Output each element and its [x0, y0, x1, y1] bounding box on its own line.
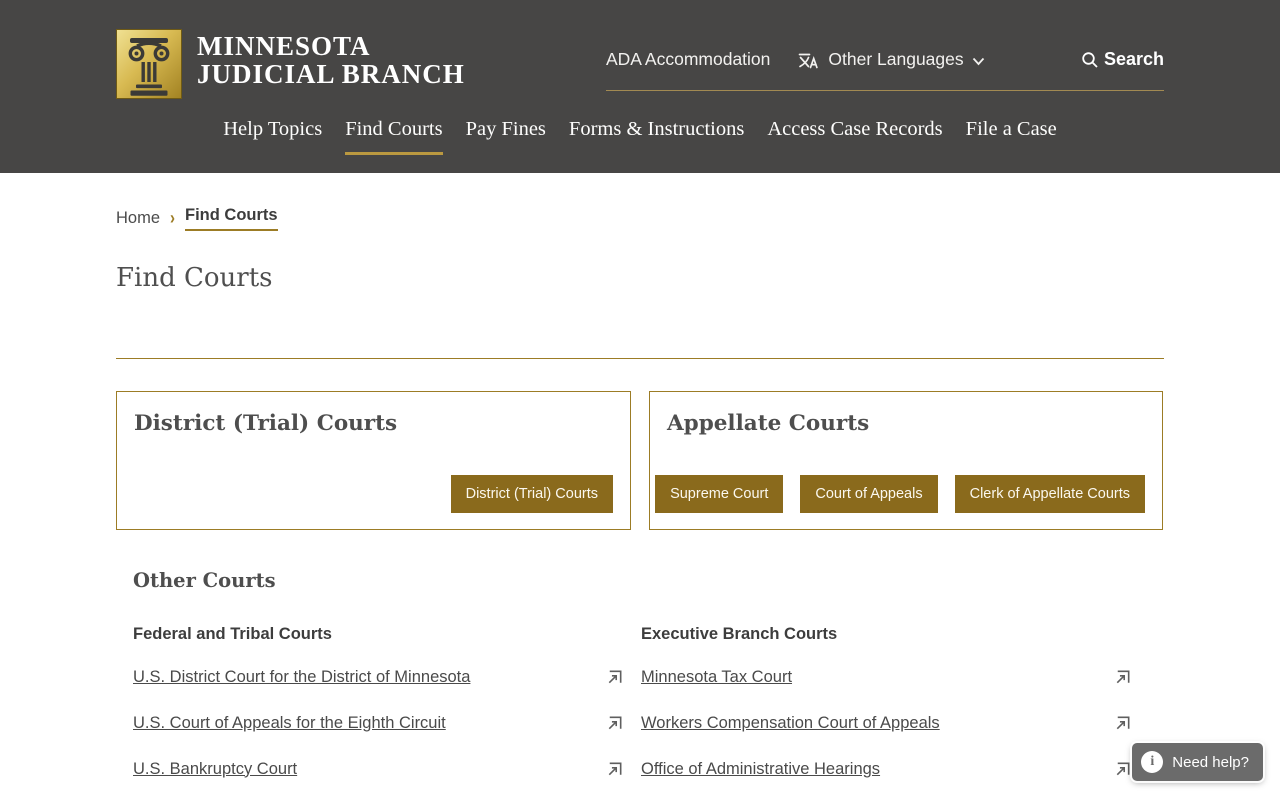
site-logo[interactable]: MINNESOTA JUDICIAL BRANCH — [116, 29, 465, 99]
other-courts-columns: Federal and Tribal Courts U.S. District … — [133, 622, 1132, 800]
brand-line1: MINNESOTA — [197, 31, 371, 61]
district-courts-card-buttons: District (Trial) Courts — [450, 475, 613, 513]
workers-compensation-court-link[interactable]: Workers Compensation Court of Appeals — [641, 714, 940, 733]
breadcrumb: Home › Find Courts — [116, 206, 1164, 231]
breadcrumb-home-link[interactable]: Home — [116, 209, 160, 228]
site-header: MINNESOTA JUDICIAL BRANCH ADA Accommodat… — [0, 0, 1280, 173]
list-item: U.S. District Court for the District of … — [133, 654, 624, 700]
external-link-icon[interactable] — [1113, 668, 1132, 687]
clerk-of-appellate-courts-button[interactable]: Clerk of Appellate Courts — [954, 475, 1145, 513]
nav-item-pay-fines[interactable]: Pay Fines — [466, 118, 546, 155]
us-court-of-appeals-link[interactable]: U.S. Court of Appeals for the Eighth Cir… — [133, 714, 446, 733]
utility-bar: ADA Accommodation Other Languages Search — [606, 29, 1164, 91]
appellate-courts-card: Appellate Courts Supreme Court Court of … — [649, 391, 1163, 530]
other-languages-dropdown[interactable]: Other Languages — [797, 49, 991, 70]
external-link-icon[interactable] — [1113, 760, 1132, 779]
chevron-down-icon — [972, 57, 984, 65]
district-trial-courts-button[interactable]: District (Trial) Courts — [450, 475, 613, 513]
search-label: Search — [1103, 49, 1164, 69]
list-item: Minnesota Tax Court — [641, 654, 1132, 700]
list-item: Directory of Minnesota Tribal Courts — [133, 792, 624, 800]
court-of-appeals-button[interactable]: Court of Appeals — [800, 475, 938, 513]
search-icon — [1082, 51, 1098, 68]
nav-item-file-a-case[interactable]: File a Case — [966, 118, 1057, 155]
main-content: Home › Find Courts Find Courts District … — [116, 206, 1164, 800]
other-languages-label: Other Languages — [828, 49, 964, 69]
divider-rule — [116, 358, 1164, 359]
nav-item-find-courts[interactable]: Find Courts — [345, 118, 443, 155]
nav-item-help-topics[interactable]: Help Topics — [223, 118, 322, 155]
need-help-button[interactable]: i Need help? — [1132, 743, 1263, 781]
header-top: MINNESOTA JUDICIAL BRANCH ADA Accommodat… — [116, 0, 1164, 99]
need-help-label: Need help? — [1172, 753, 1249, 771]
list-item: U.S. Court of Appeals for the Eighth Cir… — [133, 700, 624, 746]
ada-accommodation-link[interactable]: ADA Accommodation — [606, 49, 770, 70]
appellate-courts-card-title: Appellate Courts — [667, 411, 870, 436]
court-cards-row: District (Trial) Courts District (Trial)… — [116, 391, 1164, 530]
column-logo-icon — [116, 29, 182, 99]
nav-item-access-case-records[interactable]: Access Case Records — [767, 118, 942, 155]
info-circle-icon: i — [1141, 751, 1164, 773]
list-item: Workers Compensation Court of Appeals — [641, 700, 1132, 746]
executive-branch-header: Executive Branch Courts — [641, 625, 838, 643]
translate-icon — [799, 53, 819, 68]
page-title: Find Courts — [116, 263, 273, 293]
supreme-court-button[interactable]: Supreme Court — [655, 475, 784, 513]
district-courts-card-title: District (Trial) Courts — [134, 411, 398, 436]
federal-tribal-header: Federal and Tribal Courts — [133, 625, 332, 643]
other-courts-title: Other Courts — [133, 569, 276, 592]
us-bankruptcy-court-link[interactable]: U.S. Bankruptcy Court — [133, 760, 297, 779]
office-administrative-hearings-link[interactable]: Office of Administrative Hearings — [641, 760, 880, 779]
nav-item-forms-instructions[interactable]: Forms & Instructions — [569, 118, 744, 155]
district-courts-card: District (Trial) Courts District (Trial)… — [116, 391, 631, 530]
breadcrumb-current: Find Courts — [185, 206, 278, 231]
breadcrumb-chevron-icon: › — [170, 207, 176, 230]
external-link-icon[interactable] — [605, 668, 624, 687]
external-link-icon[interactable] — [605, 714, 624, 733]
minnesota-tax-court-link[interactable]: Minnesota Tax Court — [641, 668, 792, 687]
main-navigation: Help Topics Find Courts Pay Fines Forms … — [116, 99, 1164, 155]
brand-wordmark: MINNESOTA JUDICIAL BRANCH — [197, 29, 465, 88]
external-link-icon[interactable] — [1113, 714, 1132, 733]
list-item: Office of Administrative Hearings — [641, 746, 1132, 792]
appellate-courts-card-buttons: Supreme Court Court of Appeals Clerk of … — [655, 475, 1145, 513]
us-district-court-link[interactable]: U.S. District Court for the District of … — [133, 668, 470, 687]
executive-branch-column: Executive Branch Courts Minnesota Tax Co… — [641, 622, 1132, 800]
brand-line2: JUDICIAL BRANCH — [197, 58, 465, 89]
list-item: U.S. Bankruptcy Court — [133, 746, 624, 792]
search-button[interactable]: Search — [1081, 49, 1164, 70]
external-link-icon[interactable] — [605, 760, 624, 779]
federal-tribal-column: Federal and Tribal Courts U.S. District … — [133, 622, 624, 800]
